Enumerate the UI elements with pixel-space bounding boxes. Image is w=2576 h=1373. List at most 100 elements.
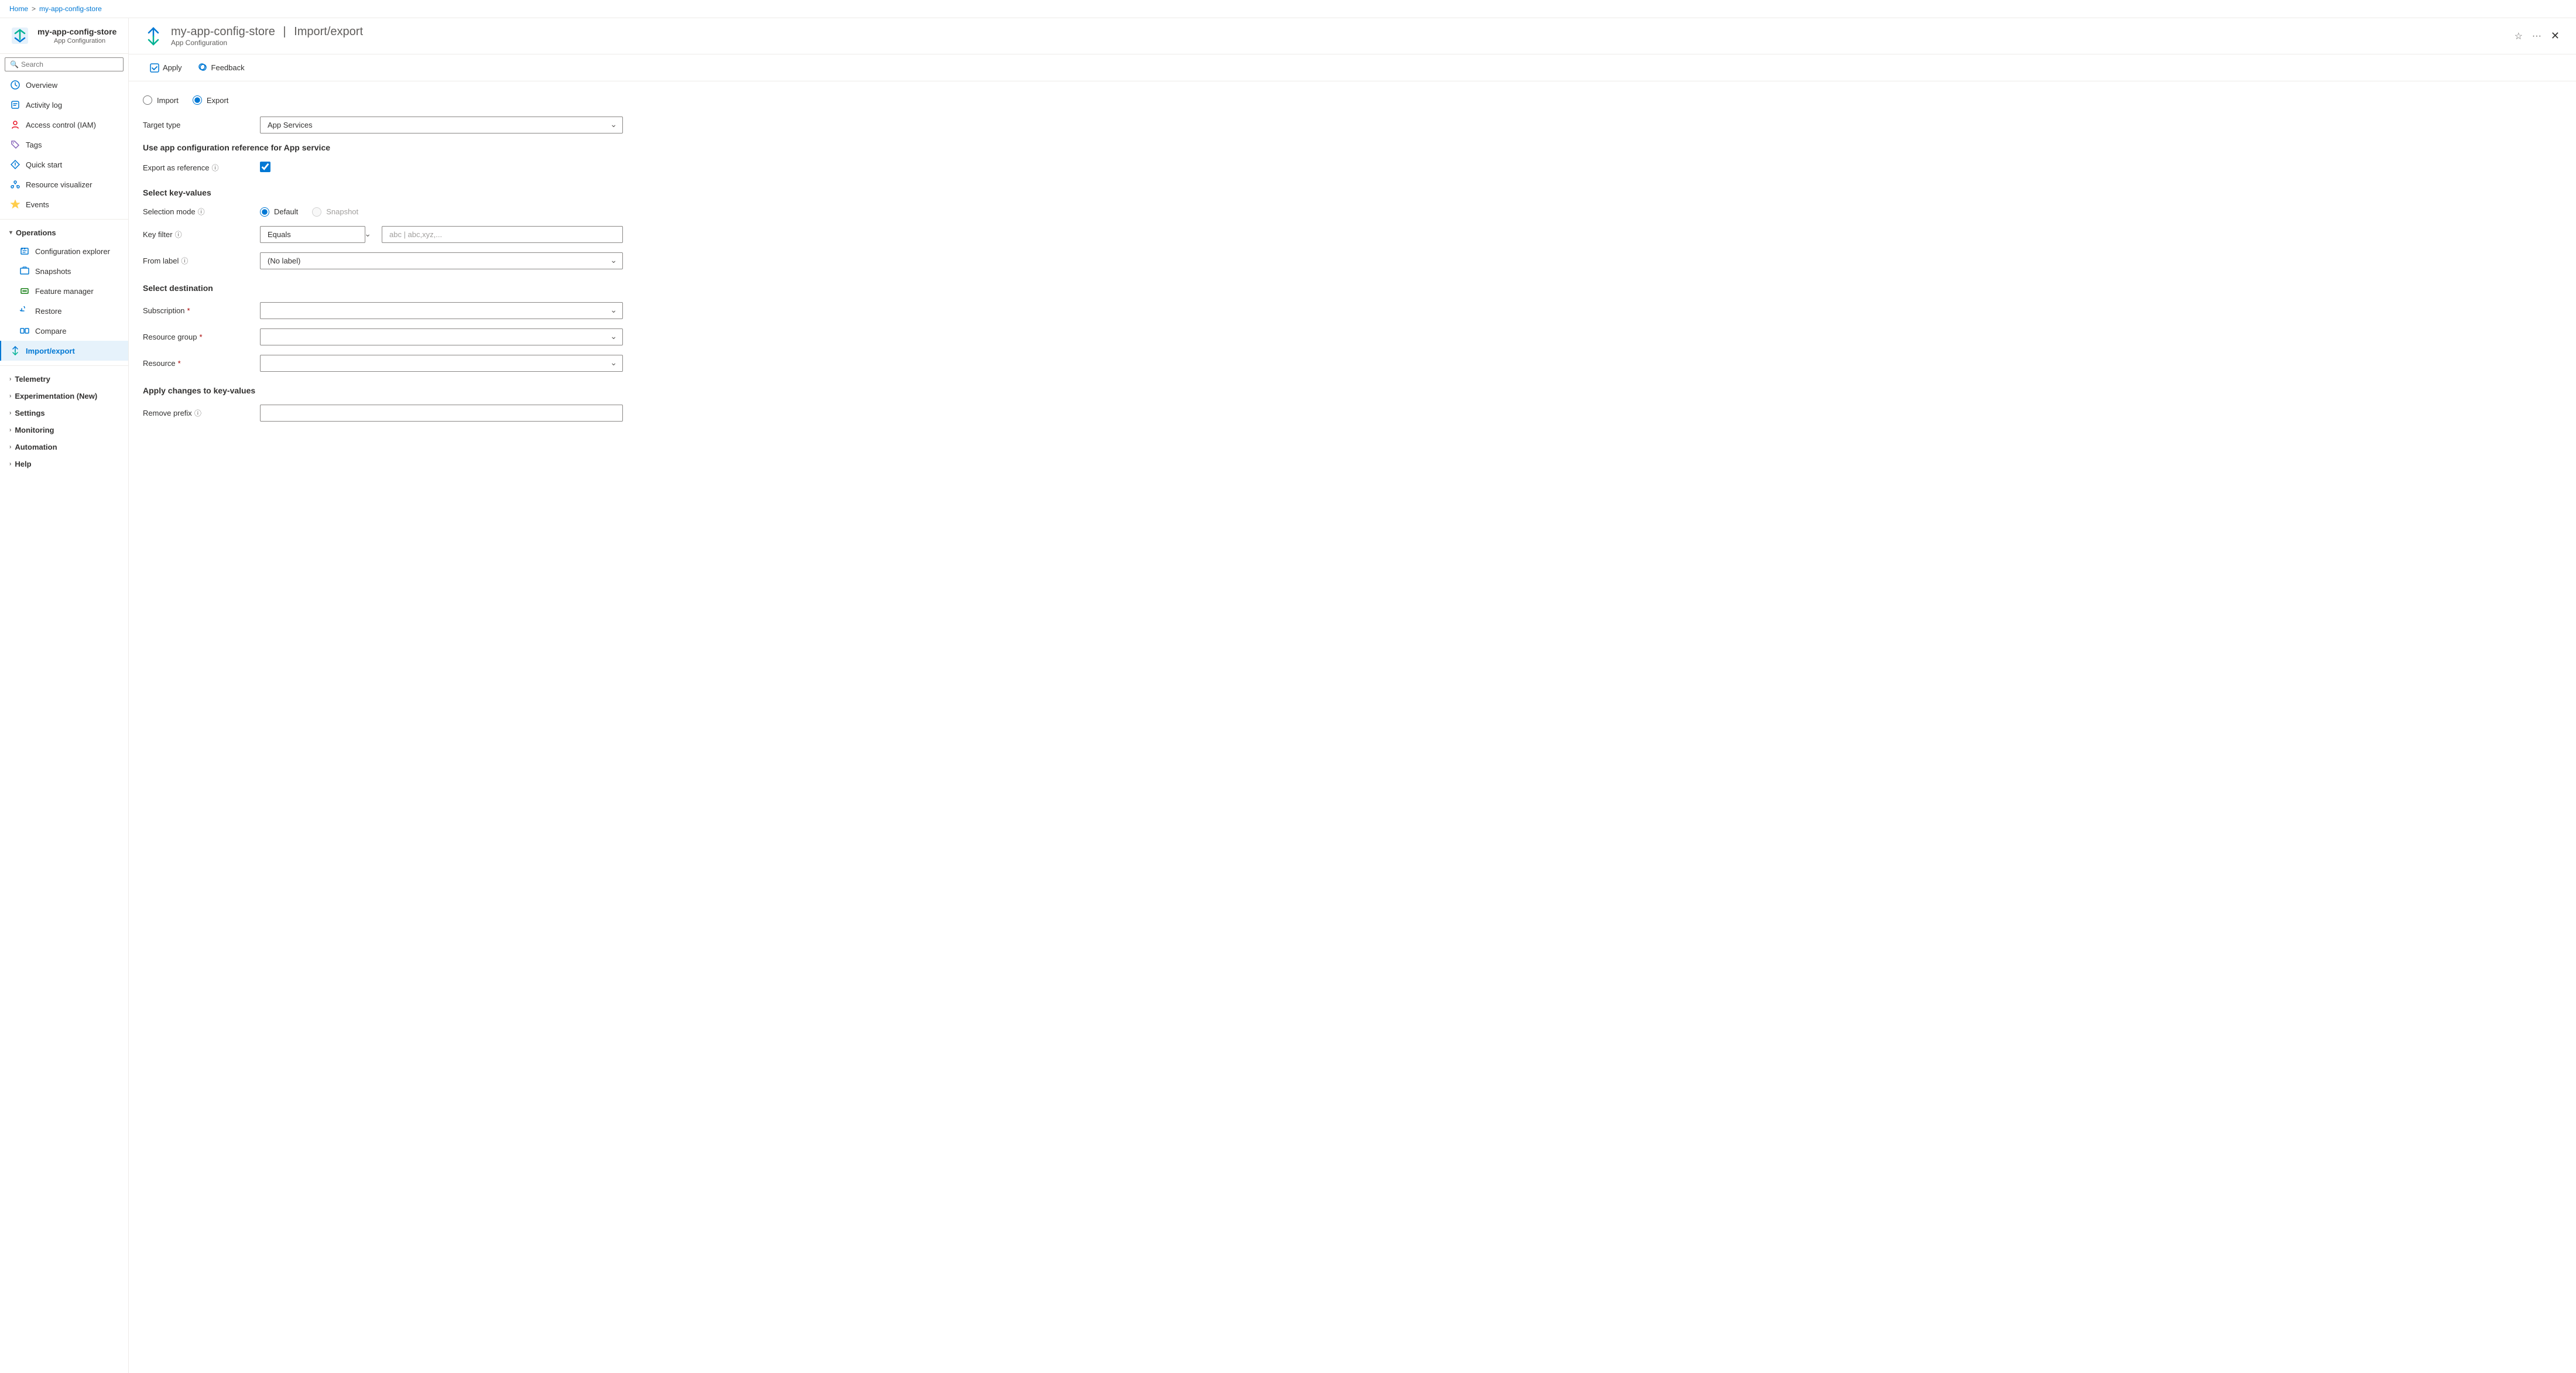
key-filter-control: Equals Starts with [260,226,623,243]
apply-label: Apply [163,63,182,72]
close-button[interactable]: ✕ [2548,28,2562,44]
apply-button[interactable]: Apply [143,59,189,76]
target-type-select[interactable]: App Services Azure App Configuration App… [260,117,623,133]
resource-group-row: Resource group * [143,328,2562,345]
sidebar-section-operations[interactable]: ▾ Operations [0,224,128,241]
sidebar-item-import-export[interactable]: Import/export [0,341,128,361]
export-as-reference-info-icon[interactable]: ⓘ [211,163,218,173]
import-export-page-icon [144,27,163,46]
import-option[interactable]: Import [143,95,179,105]
automation-expand-icon: › [9,444,11,450]
feedback-icon [198,63,208,73]
sidebar-item-configuration-explorer[interactable]: Configuration explorer [0,241,128,261]
page-content: Import Export Target type [129,81,2576,1373]
remove-prefix-row: Remove prefix ⓘ [143,405,2562,422]
remove-prefix-info-icon[interactable]: ⓘ [194,408,201,418]
selection-mode-snapshot-radio[interactable] [312,207,321,217]
sidebar-label-restore: Restore [35,307,119,316]
sidebar-label-operations: Operations [16,228,119,237]
page-header-icon [143,26,164,47]
sidebar: my-app-config-store App Configuration 🔍 … [0,18,129,1373]
export-as-reference-control [260,162,623,174]
feedback-button[interactable]: Feedback [191,59,252,76]
sidebar-item-activity-log[interactable]: Activity log [0,95,128,115]
sidebar-item-snapshots[interactable]: Snapshots [0,261,128,281]
sidebar-section-settings[interactable]: › Settings [0,405,128,422]
telemetry-expand-icon: › [9,376,11,382]
export-as-reference-checkbox[interactable] [260,162,270,172]
selection-mode-default[interactable]: Default [260,207,298,217]
sidebar-item-feature-manager[interactable]: Feature manager [0,281,128,301]
sidebar-label-events: Events [26,200,119,209]
sidebar-section-telemetry[interactable]: › Telemetry [0,371,128,388]
resource-control [260,355,623,372]
sidebar-label-import-export: Import/export [26,347,119,355]
key-filter-input[interactable] [382,226,623,243]
from-label-info-icon[interactable]: ⓘ [181,256,188,266]
page-name-title: Import/export [294,25,363,38]
sidebar-label-experimentation: Experimentation (New) [15,392,119,400]
sidebar-item-overview[interactable]: Overview [0,75,128,95]
sidebar-item-tags[interactable]: Tags [0,135,128,155]
sidebar-section-monitoring[interactable]: › Monitoring [0,422,128,439]
feedback-label: Feedback [211,63,245,72]
resource-group-dropdown-wrapper [260,328,623,345]
selection-mode-snapshot[interactable]: Snapshot [312,207,358,217]
remove-prefix-label-text: Remove prefix [143,409,192,417]
sidebar-item-access-control[interactable]: Access control (IAM) [0,115,128,135]
sidebar-section-automation[interactable]: › Automation [0,439,128,456]
key-filter-label-text: Key filter [143,230,173,239]
sidebar-item-compare[interactable]: Compare [0,321,128,341]
sidebar-item-events[interactable]: Events [0,194,128,214]
config-explorer-icon [19,245,30,257]
export-as-reference-row: Export as reference ⓘ [143,162,2562,174]
selection-mode-label: Selection mode ⓘ [143,207,260,217]
sidebar-item-restore[interactable]: Restore [0,301,128,321]
sidebar-label-tags: Tags [26,141,119,149]
quick-start-icon [9,159,21,170]
search-input[interactable] [21,60,118,69]
target-type-label: Target type [143,121,260,129]
key-filter-info-icon[interactable]: ⓘ [175,230,182,239]
more-options-button[interactable]: ··· [2530,28,2544,44]
sidebar-section-experimentation[interactable]: › Experimentation (New) [0,388,128,405]
selection-mode-radio-group: Default Snapshot [260,207,623,217]
key-filter-row: Key filter ⓘ Equals Starts with [143,226,2562,243]
subscription-select[interactable] [260,302,623,319]
selection-mode-info-icon[interactable]: ⓘ [198,207,205,217]
breadcrumb-current[interactable]: my-app-config-store [39,5,102,13]
sidebar-label-quick-start: Quick start [26,160,119,169]
from-label-select[interactable]: (No label) All labels [260,252,623,269]
sidebar-label-telemetry: Telemetry [15,375,119,384]
import-radio[interactable] [143,95,152,105]
import-label: Import [157,96,179,105]
import-export-radio-group: Import Export [143,95,2562,105]
sidebar-resource-info: my-app-config-store App Configuration [37,27,117,44]
experimentation-expand-icon: › [9,393,11,399]
sidebar-label-resource-visualizer: Resource visualizer [26,180,119,189]
export-radio[interactable] [193,95,202,105]
favorite-button[interactable]: ☆ [2512,28,2525,44]
sidebar-item-quick-start[interactable]: Quick start [0,155,128,174]
sidebar-section-help[interactable]: › Help [0,456,128,472]
resource-label: Resource * [143,359,260,368]
toolbar: Apply Feedback [129,54,2576,81]
target-type-label-text: Target type [143,121,180,129]
apply-changes-section: Apply changes to key-values Remove prefi… [143,386,2562,422]
breadcrumb-home[interactable]: Home [9,5,28,13]
resource-group-select[interactable] [260,328,623,345]
selection-mode-control: Default Snapshot [260,207,623,217]
sidebar-header: my-app-config-store App Configuration [0,18,128,54]
selection-mode-row: Selection mode ⓘ Default [143,207,2562,217]
main-content: my-app-config-store | Import/export App … [129,18,2576,1373]
page-subtitle: App Configuration [171,39,2505,47]
resource-required-indicator: * [178,359,181,368]
export-option[interactable]: Export [193,95,229,105]
sidebar-label-snapshots: Snapshots [35,267,119,276]
resource-select[interactable] [260,355,623,372]
selection-mode-default-radio[interactable] [260,207,269,217]
key-filter-select[interactable]: Equals Starts with [260,226,365,243]
remove-prefix-input[interactable] [260,405,623,422]
import-export-icon [9,345,21,357]
sidebar-item-resource-visualizer[interactable]: Resource visualizer [0,174,128,194]
